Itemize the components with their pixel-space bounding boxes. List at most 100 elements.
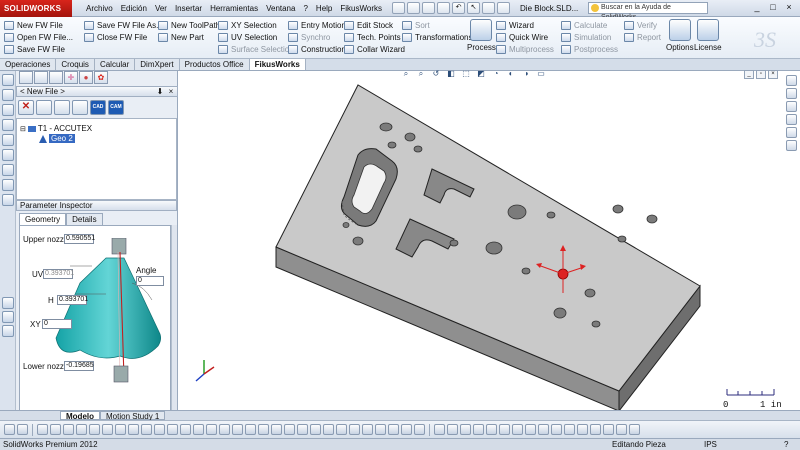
- tb-view-iso-icon[interactable]: [460, 424, 471, 435]
- tb-ref-icon[interactable]: [401, 424, 412, 435]
- tb-hole-icon[interactable]: [388, 424, 399, 435]
- tb-fillet-icon[interactable]: [336, 424, 347, 435]
- save-fw-file-as-button[interactable]: Save FW File As...: [84, 19, 163, 31]
- tb-view-top-icon[interactable]: [447, 424, 458, 435]
- verify-button[interactable]: Verify: [624, 19, 661, 31]
- close-panel-icon[interactable]: ×: [166, 87, 176, 96]
- tool-icon[interactable]: [72, 100, 88, 115]
- process-button[interactable]: Process: [467, 19, 496, 52]
- display-icon[interactable]: [54, 100, 70, 115]
- tb-rebuild-icon[interactable]: [50, 424, 61, 435]
- taper-icon[interactable]: [2, 311, 14, 323]
- quick-wire-button[interactable]: Quick Wire: [496, 31, 554, 43]
- construction-button[interactable]: Construction: [288, 43, 346, 55]
- tb-perspective-icon[interactable]: [564, 424, 575, 435]
- menu-ventana[interactable]: Ventana: [262, 4, 299, 13]
- tb-extrude-icon[interactable]: [297, 424, 308, 435]
- mirror-icon[interactable]: [2, 149, 14, 161]
- tree-node-root[interactable]: ⊟ T1 - ACCUTEX: [20, 124, 92, 133]
- save-icon[interactable]: [422, 2, 436, 14]
- open-fw-file-button[interactable]: Open FW File...: [4, 31, 73, 43]
- minimize-button[interactable]: _: [750, 2, 764, 14]
- collapse-icon[interactable]: ⊟: [20, 125, 26, 133]
- tb-zoom-icon[interactable]: [473, 424, 484, 435]
- tb-circle-icon[interactable]: [128, 424, 139, 435]
- menu-help[interactable]: Help: [312, 4, 336, 13]
- xy-input[interactable]: 0: [42, 319, 72, 329]
- pin-icon[interactable]: ⬇: [155, 87, 165, 96]
- tb-cut-icon[interactable]: [323, 424, 334, 435]
- tb-draft-icon[interactable]: [375, 424, 386, 435]
- tb-render-icon[interactable]: [616, 424, 627, 435]
- tb-dim-icon[interactable]: [76, 424, 87, 435]
- dimxpert-tab-icon[interactable]: ✛: [64, 71, 78, 84]
- uv-input[interactable]: 0.393701: [43, 269, 74, 279]
- pattern-icon[interactable]: [2, 164, 14, 176]
- menu-archivo[interactable]: Archivo: [82, 4, 117, 13]
- tb-spline-icon[interactable]: [154, 424, 165, 435]
- tb-line-icon[interactable]: [102, 424, 113, 435]
- wizard-button[interactable]: Wizard: [496, 19, 554, 31]
- save-fw-file-button[interactable]: Save FW File: [4, 43, 73, 55]
- tb-help-icon[interactable]: [629, 424, 640, 435]
- tb-hidden-icon[interactable]: [551, 424, 562, 435]
- sort-button[interactable]: Sort: [402, 19, 473, 31]
- open-folder-icon[interactable]: [407, 2, 421, 14]
- tb-move-icon[interactable]: [245, 424, 256, 435]
- design-library-icon[interactable]: [786, 88, 797, 99]
- tab-geometry[interactable]: Geometry: [19, 213, 67, 225]
- file-explorer-icon[interactable]: [786, 101, 797, 112]
- tb-rotate-icon[interactable]: [486, 424, 497, 435]
- tb-lights-icon[interactable]: [603, 424, 614, 435]
- angle-input[interactable]: 0: [136, 276, 164, 286]
- appearances-icon[interactable]: [786, 127, 797, 138]
- status-units[interactable]: IPS: [704, 439, 717, 450]
- tech-points-button[interactable]: Tech. Points: [344, 31, 405, 43]
- appearance-tab-icon[interactable]: ●: [79, 71, 93, 84]
- tb-view-front-icon[interactable]: [434, 424, 445, 435]
- license-button[interactable]: License: [694, 19, 722, 52]
- calculate-button[interactable]: Calculate: [561, 19, 618, 31]
- new-part-button[interactable]: New Part: [158, 31, 220, 43]
- surface-selection-button[interactable]: Surface Selection: [218, 43, 294, 55]
- tb-camera-icon[interactable]: [590, 424, 601, 435]
- close-fw-file-button[interactable]: Close FW File: [84, 31, 163, 43]
- cam-button[interactable]: CAM: [108, 100, 124, 115]
- tb-repair-icon[interactable]: [271, 424, 282, 435]
- config-manager-tab-icon[interactable]: [49, 71, 63, 84]
- cad-button[interactable]: CAD: [90, 100, 106, 115]
- menu-ver[interactable]: Ver: [151, 4, 171, 13]
- tb-offset-icon[interactable]: [206, 424, 217, 435]
- xy-selection-button[interactable]: XY Selection: [218, 19, 294, 31]
- report-button[interactable]: Report: [624, 31, 661, 43]
- options-icon[interactable]: [497, 2, 511, 14]
- tb-shadows-icon[interactable]: [577, 424, 588, 435]
- property-manager-tab-icon[interactable]: [34, 71, 48, 84]
- tb-pattern-icon[interactable]: [232, 424, 243, 435]
- tb-trim-icon[interactable]: [180, 424, 191, 435]
- postprocess-button[interactable]: Postprocess: [561, 43, 618, 55]
- tab-croquis[interactable]: Croquis: [56, 59, 95, 70]
- tb-shell-icon[interactable]: [362, 424, 373, 435]
- tb-wireframe-icon[interactable]: [538, 424, 549, 435]
- tb-select-icon[interactable]: [17, 424, 28, 435]
- inspector-scrollbar[interactable]: [171, 225, 177, 411]
- tb-sketch-icon[interactable]: [89, 424, 100, 435]
- menu-question[interactable]: ?: [299, 4, 311, 13]
- tab-fikusworks[interactable]: FikusWorks: [249, 59, 306, 70]
- die-block-model[interactable]: [178, 71, 786, 410]
- fikusworks-tab-icon[interactable]: ✿: [94, 71, 108, 84]
- select-arrow-icon[interactable]: ↖: [467, 2, 481, 14]
- tb-chamfer-icon[interactable]: [349, 424, 360, 435]
- tb-pan-icon[interactable]: [499, 424, 510, 435]
- undo-icon[interactable]: ↶: [452, 2, 466, 14]
- tab-modelo[interactable]: Modelo: [60, 411, 100, 421]
- feature-tree-tab-icon[interactable]: [19, 71, 33, 84]
- geometry-icon[interactable]: [2, 119, 14, 131]
- tb-shaded-icon[interactable]: [525, 424, 536, 435]
- tab-calcular[interactable]: Calcular: [94, 59, 136, 70]
- move-icon[interactable]: [2, 179, 14, 191]
- tb-grid-icon[interactable]: [63, 424, 74, 435]
- graphics-viewport[interactable]: ⌕ ⌕ ↺ ◧ ⬚ ◩ ◔ ◐ ◑ ▭ _ ▫ × 0 1 in: [178, 69, 800, 410]
- help-search-input[interactable]: Buscar en la Ayuda de SolidWorks: [588, 2, 709, 21]
